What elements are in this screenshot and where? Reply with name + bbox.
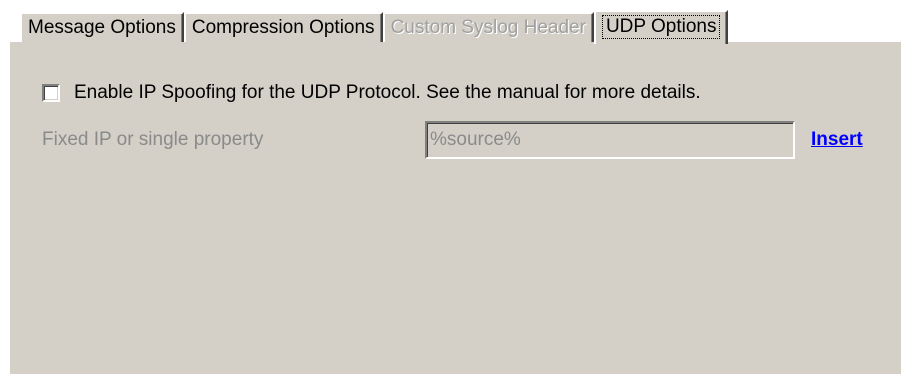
fixed-ip-value: %source% xyxy=(430,129,521,150)
fixed-ip-label: Fixed IP or single property xyxy=(42,129,264,150)
fixed-ip-input[interactable]: %source% xyxy=(425,121,795,159)
ip-spoofing-checkbox[interactable] xyxy=(42,84,60,102)
udp-options-dialog: Message Options Compression Options Cust… xyxy=(0,0,901,374)
ip-spoofing-option[interactable]: Enable IP Spoofing for the UDP Protocol.… xyxy=(42,82,701,104)
tab-label: Message Options xyxy=(28,17,176,38)
tab-label: Compression Options xyxy=(191,17,375,38)
tab-strip: Message Options Compression Options Cust… xyxy=(20,8,729,44)
ip-spoofing-label: Enable IP Spoofing for the UDP Protocol.… xyxy=(74,82,701,103)
tab-udp-options[interactable]: UDP Options xyxy=(593,10,729,44)
insert-link[interactable]: Insert xyxy=(811,129,863,151)
tab-message-options[interactable]: Message Options xyxy=(20,12,184,42)
tab-custom-syslog-header[interactable]: Custom Syslog Header xyxy=(382,12,594,42)
tab-label: Custom Syslog Header xyxy=(390,17,586,38)
tab-compression-options[interactable]: Compression Options xyxy=(183,12,383,42)
tab-label: UDP Options xyxy=(601,15,721,39)
window-edge xyxy=(0,42,10,374)
